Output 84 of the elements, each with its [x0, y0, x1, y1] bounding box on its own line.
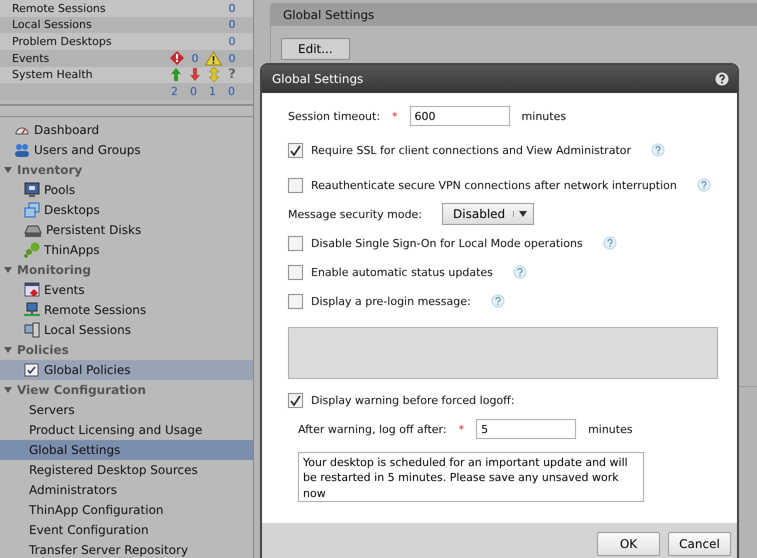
- ok-button[interactable]: OK: [597, 532, 660, 556]
- summary-label: System Health: [12, 68, 94, 82]
- checkbox[interactable]: [288, 236, 303, 250]
- field-label: Message security mode:: [288, 208, 422, 220]
- nav-item[interactable]: Remote Sessions: [0, 300, 253, 320]
- summary-label: Remote Sessions: [12, 2, 107, 15]
- nav-item[interactable]: Transfer Server Repository: [0, 540, 253, 558]
- panel-title: Global Settings: [271, 4, 757, 26]
- field-label: Session timeout:: [288, 110, 380, 122]
- checkbox-label: Reauthenticate secure VPN connections after network interruption: [311, 178, 677, 192]
- warning-icon: [205, 50, 222, 66]
- health-count: 1: [208, 85, 217, 98]
- checklist-icon: [24, 362, 40, 378]
- computer-tower-icon: [24, 322, 40, 338]
- nav-item[interactable]: Pools: [0, 180, 253, 200]
- checkbox-label: Display warning before forced logoff:: [311, 394, 514, 406]
- caret-icon: [519, 211, 528, 217]
- unit-label: minutes: [522, 110, 566, 122]
- nav-item[interactable]: Global Policies: [0, 360, 253, 380]
- nav-item[interactable]: ThinApps: [0, 240, 253, 260]
- nav-section-header[interactable]: View Configuration: [0, 380, 253, 400]
- nav-section-header[interactable]: Inventory: [0, 160, 253, 180]
- checkbox-label: Display a pre-login message:: [311, 294, 471, 308]
- warning-count: 0: [228, 52, 236, 65]
- required-mark: *: [458, 422, 464, 436]
- nav-item[interactable]: Local Sessions: [0, 320, 253, 340]
- summary-label: Local Sessions: [12, 18, 93, 32]
- monitor-icon: [24, 182, 40, 198]
- summary-count: 0: [228, 35, 236, 48]
- warning-message-field[interactable]: Your desktop is scheduled for an important update and will be restarted in 5 minutes. Please save any unsaved work now: [298, 452, 644, 502]
- nav-item[interactable]: Desktops: [0, 200, 253, 220]
- nav-section-header[interactable]: Policies: [0, 340, 253, 360]
- up-arrow-icon: [170, 68, 180, 82]
- required-mark: *: [392, 110, 398, 122]
- summary-label: Events: [12, 52, 50, 65]
- checkbox[interactable]: [288, 392, 303, 408]
- dialog-title: Global Settings: [272, 72, 364, 86]
- checkbox-label: Disable Single Sign-On for Local Mode operations: [311, 236, 583, 250]
- health-count: 2: [170, 85, 179, 98]
- edit-button[interactable]: Edit...: [281, 38, 350, 60]
- summary-count: 0: [228, 18, 236, 32]
- expanded-triangle-icon: [4, 346, 12, 354]
- nav-item[interactable]: Dashboard: [0, 120, 253, 140]
- nav-item[interactable]: Administrators: [0, 480, 253, 500]
- summary-label: Problem Desktops: [12, 35, 113, 48]
- checkbox[interactable]: [288, 142, 303, 158]
- checkbox[interactable]: [288, 178, 303, 192]
- number-field[interactable]: 600: [410, 106, 510, 126]
- down-arrow-icon: [190, 68, 200, 82]
- users-icon: [14, 142, 30, 158]
- nav-section-header[interactable]: Monitoring: [0, 260, 253, 280]
- error-icon: [168, 50, 184, 66]
- checkbox-label: Require SSL for client connections and View Administrator: [311, 144, 632, 156]
- nav-item[interactable]: Registered Desktop Sources: [0, 460, 253, 480]
- nav-item[interactable]: Events: [0, 280, 253, 300]
- nav-item[interactable]: Product Licensing and Usage: [0, 420, 253, 440]
- expanded-triangle-icon: [4, 266, 12, 274]
- nav-item[interactable]: Event Configuration: [0, 520, 253, 540]
- nav-item[interactable]: Persistent Disks: [0, 220, 253, 240]
- number-field[interactable]: 5: [476, 419, 576, 439]
- health-count: 0: [227, 85, 236, 98]
- security-mode-dropdown[interactable]: Disabled: [442, 203, 534, 225]
- expanded-triangle-icon: [4, 166, 12, 174]
- nav-item[interactable]: Servers: [0, 400, 253, 420]
- checkbox[interactable]: [288, 294, 303, 308]
- nav-item[interactable]: Global Settings: [0, 440, 253, 460]
- field-label: After warning, log off after:: [298, 422, 447, 436]
- unknown-status-glyph: ?: [227, 67, 237, 82]
- health-count: 0: [189, 85, 198, 98]
- unit-label: minutes: [588, 422, 633, 436]
- event-log-icon: [24, 282, 40, 298]
- help-icon[interactable]: [715, 72, 729, 86]
- networked-monitor-icon: [24, 302, 40, 318]
- expanded-triangle-icon: [4, 386, 12, 394]
- summary-count: 0: [228, 2, 236, 15]
- checkbox[interactable]: [288, 264, 303, 280]
- up-down-arrow-icon: [208, 67, 218, 82]
- stacked-windows-icon: [24, 202, 40, 218]
- nav-item[interactable]: ThinApp Configuration: [0, 500, 253, 520]
- dots-icon: [24, 242, 40, 258]
- checkbox-label: Enable automatic status updates: [311, 266, 493, 278]
- error-count: 0: [190, 52, 200, 65]
- cancel-button[interactable]: Cancel: [668, 532, 731, 556]
- nav-item[interactable]: Users and Groups: [0, 140, 253, 160]
